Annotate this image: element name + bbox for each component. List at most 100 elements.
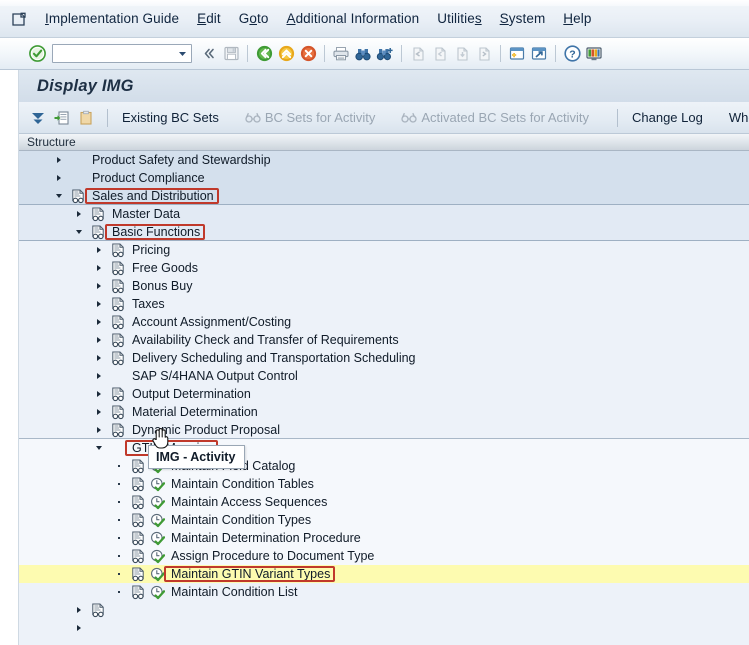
sap-menu-icon[interactable] xyxy=(8,9,30,29)
expand-arrow-icon[interactable] xyxy=(93,407,104,418)
collapse-arrow-icon[interactable] xyxy=(93,443,104,454)
tree-row[interactable]: Maintain Access Sequences xyxy=(19,493,749,511)
tree-row[interactable]: Bonus Buy xyxy=(19,277,749,295)
expand-arrow-icon[interactable] xyxy=(93,353,104,364)
tree-rows: Product Safety and Stewardship Product Co… xyxy=(19,151,749,637)
icon-placeholder xyxy=(110,440,127,456)
expand-arrow-icon[interactable] xyxy=(93,245,104,256)
img-activity-green-icon[interactable] xyxy=(149,530,166,546)
tree-row[interactable]: Material Determination xyxy=(19,403,749,421)
menu-edit[interactable]: Edit xyxy=(188,9,230,28)
tree-row[interactable]: Maintain Condition List xyxy=(19,583,749,601)
collapse-arrow-icon[interactable] xyxy=(53,191,64,202)
printer-icon[interactable] xyxy=(330,43,352,65)
tree-row[interactable]: Assign Procedure to Document Type xyxy=(19,547,749,565)
tree-row[interactable] xyxy=(19,601,749,619)
binoculars-find-next-icon[interactable] xyxy=(374,43,396,65)
img-structure-doc-icon xyxy=(130,476,147,492)
img-structure-doc-icon xyxy=(110,422,127,438)
tree-row[interactable]: Product Safety and Stewardship xyxy=(19,151,749,169)
yellow-exit-up-arrow-icon[interactable] xyxy=(275,43,297,65)
create-session-icon[interactable] xyxy=(506,43,528,65)
tree-row[interactable]: Dynamic Product Proposal xyxy=(19,421,749,439)
collapse-node-icon[interactable] xyxy=(51,107,73,129)
expand-arrow-icon[interactable] xyxy=(93,263,104,274)
expand-arrow-icon[interactable] xyxy=(53,155,64,166)
tree-row[interactable]: Basic Functions xyxy=(19,223,749,241)
menu-utilities[interactable]: Utilities xyxy=(428,9,490,28)
img-activity-green-icon[interactable] xyxy=(149,584,166,600)
where-else-used-button[interactable]: Where Else Used xyxy=(723,108,749,127)
tree-row[interactable] xyxy=(19,619,749,637)
tree-row[interactable]: Maintain Condition Types xyxy=(19,511,749,529)
leaf-bullet-icon xyxy=(113,515,124,526)
tree-row[interactable]: Maintain Field Catalog xyxy=(19,457,749,475)
tree-row[interactable]: Taxes xyxy=(19,295,749,313)
change-log-button[interactable]: Change Log xyxy=(626,108,709,127)
tree-row[interactable]: Master Data xyxy=(19,205,749,223)
chevron-down-icon[interactable] xyxy=(177,48,188,59)
img-activity-green-icon[interactable] xyxy=(149,476,166,492)
expand-arrow-icon[interactable] xyxy=(93,335,104,346)
menu-bar: IImplementation Guidemplementation Guide… xyxy=(0,0,749,38)
menu-system[interactable]: System xyxy=(491,9,555,28)
img-structure-doc-icon xyxy=(110,404,127,420)
collapse-arrow-icon[interactable] xyxy=(73,227,84,238)
double-chevron-left-icon[interactable] xyxy=(198,43,220,65)
red-cancel-x-icon[interactable] xyxy=(297,43,319,65)
tree-row[interactable]: Pricing xyxy=(19,241,749,259)
green-back-arrow-icon[interactable] xyxy=(253,43,275,65)
tree-row[interactable]: Sales and Distribution xyxy=(19,187,749,205)
system-toolbar: ? xyxy=(0,38,749,70)
menu-implementation-guide[interactable]: IImplementation Guidemplementation Guide xyxy=(36,9,188,28)
tree-row[interactable]: Availability Check and Transfer of Requi… xyxy=(19,331,749,349)
green-check-enter-icon[interactable] xyxy=(26,43,48,65)
binoculars-find-icon[interactable] xyxy=(352,43,374,65)
tree-row[interactable]: GTIN Mapping xyxy=(19,439,749,457)
expand-arrow-icon[interactable] xyxy=(73,605,84,616)
command-field[interactable] xyxy=(52,44,192,63)
annotation-highlight-box xyxy=(105,224,206,240)
menu-additional-information[interactable]: Additional Information xyxy=(277,9,428,28)
tree-row[interactable]: Maintain Determination Procedure xyxy=(19,529,749,547)
menu-help[interactable]: Help xyxy=(554,9,600,28)
img-activity-green-icon[interactable] xyxy=(149,494,166,510)
img-activity-green-icon[interactable] xyxy=(149,566,166,582)
expand-subtree-icon[interactable] xyxy=(27,107,49,129)
expand-arrow-icon[interactable] xyxy=(93,317,104,328)
screen-area: Display IMG Existing BC Sets BC Sets for… xyxy=(0,70,749,645)
help-question-icon[interactable]: ? xyxy=(561,43,583,65)
existing-bc-sets-button[interactable]: Existing BC Sets xyxy=(116,108,225,127)
structure-column-label: Structure xyxy=(27,135,76,149)
annotation-highlight-box xyxy=(164,566,336,582)
tree-row[interactable]: Product Compliance xyxy=(19,169,749,187)
tree-row-label: Maintain Condition Types xyxy=(171,513,312,527)
expand-arrow-icon[interactable] xyxy=(93,389,104,400)
tree-row[interactable]: Output Determination xyxy=(19,385,749,403)
tree-row[interactable]: Delivery Scheduling and Transportation S… xyxy=(19,349,749,367)
customize-layout-icon[interactable] xyxy=(583,43,605,65)
img-activity-green-icon[interactable] xyxy=(149,548,166,564)
expand-arrow-icon[interactable] xyxy=(93,299,104,310)
last-page-icon xyxy=(473,43,495,65)
tree-row[interactable]: Account Assignment/Costing xyxy=(19,313,749,331)
tree-row[interactable]: Maintain Condition Tables xyxy=(19,475,749,493)
expand-arrow-icon[interactable] xyxy=(73,209,84,220)
annotation-highlight-box xyxy=(85,188,219,204)
menu-goto[interactable]: Goto xyxy=(230,9,278,28)
expand-arrow-icon[interactable] xyxy=(53,173,64,184)
tree-row[interactable]: Maintain GTIN Variant Types xyxy=(19,565,749,583)
tree-row[interactable]: SAP S/4HANA Output Control xyxy=(19,367,749,385)
img-activity-green-icon[interactable] xyxy=(149,512,166,528)
expand-arrow-icon[interactable] xyxy=(93,281,104,292)
tooltip-text: IMG - Activity xyxy=(156,450,236,464)
command-input[interactable] xyxy=(53,46,177,61)
tree-row[interactable]: Free Goods xyxy=(19,259,749,277)
expand-arrow-icon[interactable] xyxy=(73,623,84,634)
create-shortcut-icon[interactable] xyxy=(528,43,550,65)
img-structure-doc-icon xyxy=(90,602,107,618)
leaf-bullet-icon xyxy=(113,479,124,490)
icon-placeholder xyxy=(110,368,127,384)
expand-arrow-icon[interactable] xyxy=(93,371,104,382)
expand-arrow-icon[interactable] xyxy=(93,425,104,436)
